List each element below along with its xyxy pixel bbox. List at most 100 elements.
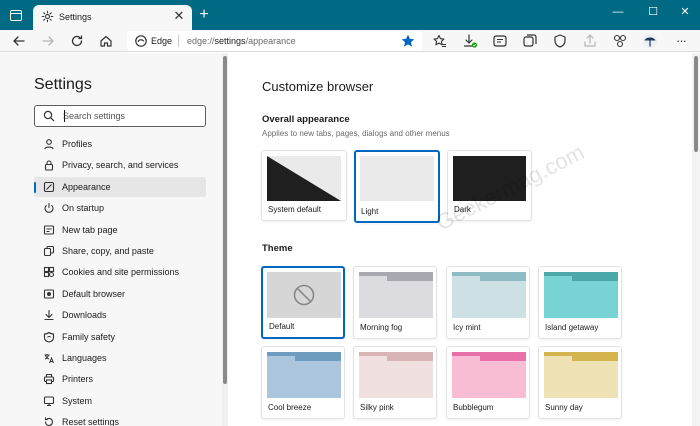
- sidebar-item-label: Reset settings: [62, 417, 120, 426]
- overall-appearance-heading: Overall appearance: [262, 114, 350, 125]
- sidebar-item-new-tab-page[interactable]: New tab page: [34, 220, 206, 240]
- sidebar-item-downloads[interactable]: Downloads: [34, 305, 206, 325]
- home-button[interactable]: [97, 32, 115, 50]
- sidebar-scrollbar-thumb[interactable]: [223, 56, 227, 384]
- theme-folder-preview: [452, 352, 526, 398]
- minimize-button[interactable]: —: [605, 3, 631, 21]
- forward-button[interactable]: [39, 32, 57, 50]
- sidebar-item-label: Languages: [62, 353, 107, 363]
- theme-option-icy-mint[interactable]: Icy mint: [446, 266, 530, 339]
- theme-option-island-getaway[interactable]: Island getaway: [538, 266, 622, 339]
- light-preview: [360, 156, 434, 201]
- option-label: Default: [269, 322, 295, 331]
- arrow-left-icon: [13, 36, 25, 46]
- text-caret: [64, 110, 65, 122]
- downloads-icon[interactable]: [462, 33, 478, 49]
- theme-option-sunny-day[interactable]: Sunny day: [538, 346, 622, 419]
- page-title: Customize browser: [262, 79, 374, 94]
- option-label: Bubblegum: [453, 403, 494, 412]
- more-options-icon[interactable]: ···: [672, 32, 690, 50]
- sidebar-item-cookies-and-site-permissions[interactable]: Cookies and site permissions: [34, 262, 206, 282]
- system-icon: [43, 396, 55, 406]
- address-separator: [178, 35, 179, 47]
- sidebar-item-reset-settings[interactable]: Reset settings: [34, 412, 206, 426]
- favorites-icon[interactable]: [432, 33, 448, 49]
- theme-option-cool-breeze[interactable]: Cool breeze: [261, 346, 345, 419]
- sidebar-item-default-browser[interactable]: Default browser: [34, 284, 206, 304]
- refresh-button[interactable]: [68, 32, 86, 50]
- close-tab-icon[interactable]: ✕: [172, 8, 186, 24]
- maximize-button[interactable]: ☐: [640, 3, 666, 21]
- back-button[interactable]: [10, 32, 28, 50]
- sidebar-item-label: Profiles: [62, 139, 93, 149]
- sidebar-item-languages[interactable]: Languages: [34, 348, 206, 368]
- appearance-icon: [43, 181, 55, 192]
- appearance-option-dark[interactable]: Dark: [447, 150, 532, 221]
- sidebar-item-label: Appearance: [62, 181, 111, 192]
- gear-icon: [41, 10, 54, 23]
- address-site-label: Edge: [151, 36, 173, 46]
- theme-folder-preview: [544, 272, 618, 318]
- search-box[interactable]: [34, 105, 206, 127]
- sidebar-item-label: Share, copy, and paste: [62, 246, 154, 256]
- theme-option-morning-fog[interactable]: Morning fog: [353, 266, 437, 339]
- lock-icon: [44, 160, 54, 171]
- new-tab-button[interactable]: +: [196, 6, 212, 24]
- extensions-icon[interactable]: [612, 33, 628, 49]
- option-label: System default: [268, 205, 321, 214]
- share-page-icon[interactable]: [582, 33, 598, 49]
- sidebar-item-share-copy-and-paste[interactable]: Share, copy, and paste: [34, 241, 206, 261]
- language-icon: [44, 354, 54, 364]
- home-icon: [100, 35, 112, 47]
- family-icon: [43, 331, 55, 343]
- edge-logo-icon: [135, 35, 147, 47]
- sidebar-item-system[interactable]: System: [34, 391, 206, 411]
- sidebar-item-on-startup[interactable]: On startup: [34, 198, 206, 218]
- sidebar-item-privacy-search-and-services[interactable]: Privacy, search, and services: [34, 155, 206, 175]
- tab-settings[interactable]: Settings ✕: [33, 5, 192, 30]
- sidebar-item-label: Downloads: [62, 310, 107, 321]
- sidebar-item-appearance[interactable]: Appearance: [34, 176, 206, 197]
- profile-avatar-icon[interactable]: [642, 33, 658, 49]
- sidebar-item-printers[interactable]: Printers: [34, 369, 206, 389]
- option-label: Dark: [454, 205, 471, 214]
- address-bar[interactable]: Edge edge://settings/appearance: [127, 31, 422, 51]
- theme-option-bubblegum[interactable]: Bubblegum: [446, 346, 530, 419]
- sidebar-item-family-safety[interactable]: Family safety: [34, 327, 206, 347]
- theme-option-silky-pink[interactable]: Silky pink: [353, 346, 437, 419]
- appearance-option-light[interactable]: Light: [354, 150, 440, 223]
- theme-heading: Theme: [262, 243, 293, 254]
- option-label: Morning fog: [360, 323, 403, 332]
- browser-essentials-icon[interactable]: [552, 33, 568, 49]
- appearance-option-system-default[interactable]: System default: [261, 150, 347, 221]
- sidebar-item-label: Cookies and site permissions: [62, 267, 180, 278]
- reset-icon: [44, 417, 53, 426]
- theme-folder-preview: [267, 352, 341, 398]
- option-label: Silky pink: [360, 403, 394, 412]
- option-label: Sunny day: [545, 403, 583, 412]
- close-window-button[interactable]: ✕: [672, 3, 698, 21]
- theme-option-default[interactable]: Default: [261, 266, 345, 339]
- theme-folder-preview: [544, 352, 618, 398]
- share-icon: [43, 245, 55, 257]
- profile-icon: [44, 139, 54, 150]
- sidebar-item-profiles[interactable]: Profiles: [34, 134, 206, 154]
- dark-preview: [453, 156, 526, 201]
- favorite-star-icon[interactable]: [400, 33, 416, 49]
- settings-content: Customize browser Overall appearance App…: [228, 53, 700, 426]
- collections-icon[interactable]: [522, 33, 538, 49]
- printer-icon: [43, 374, 55, 385]
- content-scrollbar-thumb[interactable]: [694, 56, 698, 152]
- immersive-reader-icon[interactable]: [492, 33, 508, 49]
- option-label: Island getaway: [545, 323, 599, 332]
- refresh-icon: [71, 35, 83, 47]
- search-input[interactable]: [63, 108, 201, 124]
- new-tab-page-icon: [43, 225, 55, 235]
- tab-actions-icon[interactable]: [10, 10, 22, 21]
- download-icon: [44, 310, 54, 321]
- browser-toolbar: Edge edge://settings/appearance ···: [0, 30, 700, 52]
- sidebar-item-label: Family safety: [62, 331, 116, 342]
- theme-default-preview: [267, 272, 341, 318]
- default-browser-icon: [43, 289, 55, 299]
- arrow-right-icon: [42, 36, 54, 46]
